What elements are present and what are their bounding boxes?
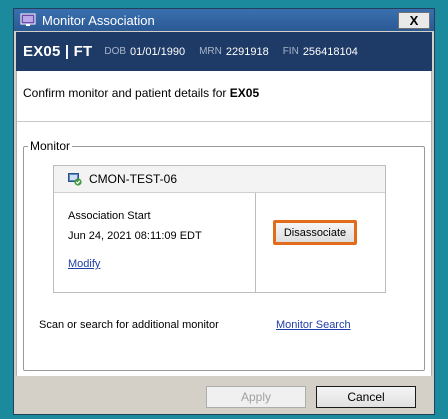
screen-frame: Monitor Association X EX05 | FT DOB 01/0… xyxy=(0,0,448,419)
patient-name: EX05 | FT xyxy=(23,43,93,60)
dialog-content: Confirm monitor and patient details for … xyxy=(16,71,432,376)
mrn-label: MRN xyxy=(199,46,222,57)
association-details: Association Start Jun 24, 2021 08:11:09 … xyxy=(54,193,256,292)
button-bar: Apply Cancel xyxy=(16,376,432,414)
dob-value: 01/01/1990 xyxy=(130,45,186,58)
monitor-search-link[interactable]: Monitor Search xyxy=(276,319,351,331)
monitor-card: CMON-TEST-06 Association Start Jun 24, 2… xyxy=(53,165,386,293)
confirm-message: Confirm monitor and patient details for … xyxy=(17,86,431,100)
monitor-check-icon xyxy=(68,173,82,186)
mrn-value: 2291918 xyxy=(225,45,269,58)
monitor-groupbox: Monitor CMON-TEST-06 Association Start J… xyxy=(23,139,425,371)
confirm-patient-code: EX05 xyxy=(229,86,260,100)
association-start-label: Association Start xyxy=(68,210,151,222)
title-bar[interactable]: Monitor Association X xyxy=(14,9,434,31)
confirm-text: Confirm monitor and patient details for xyxy=(23,86,227,100)
window-title: Monitor Association xyxy=(42,12,155,28)
close-button[interactable]: X xyxy=(398,11,430,29)
apply-button[interactable]: Apply xyxy=(206,386,306,408)
divider xyxy=(17,121,431,122)
fin-label: FIN xyxy=(282,46,299,57)
dob-label: DOB xyxy=(104,46,127,57)
scan-instruction: Scan or search for additional monitor xyxy=(39,319,219,331)
association-start-value: Jun 24, 2021 08:11:09 EDT xyxy=(68,230,202,242)
patient-banner: EX05 | FT DOB 01/01/1990 MRN 2291918 FIN… xyxy=(16,32,432,71)
cancel-button[interactable]: Cancel xyxy=(316,386,416,408)
monitor-name: CMON-TEST-06 xyxy=(89,172,178,186)
disassociate-button[interactable]: Disassociate xyxy=(273,220,357,245)
fin-value: 256418104 xyxy=(302,45,358,58)
modify-link[interactable]: Modify xyxy=(68,258,100,270)
monitor-header: CMON-TEST-06 xyxy=(54,166,385,193)
app-window-icon xyxy=(20,13,36,26)
monitor-association-dialog: Monitor Association X EX05 | FT DOB 01/0… xyxy=(13,8,435,415)
monitor-group-legend: Monitor xyxy=(28,139,73,153)
